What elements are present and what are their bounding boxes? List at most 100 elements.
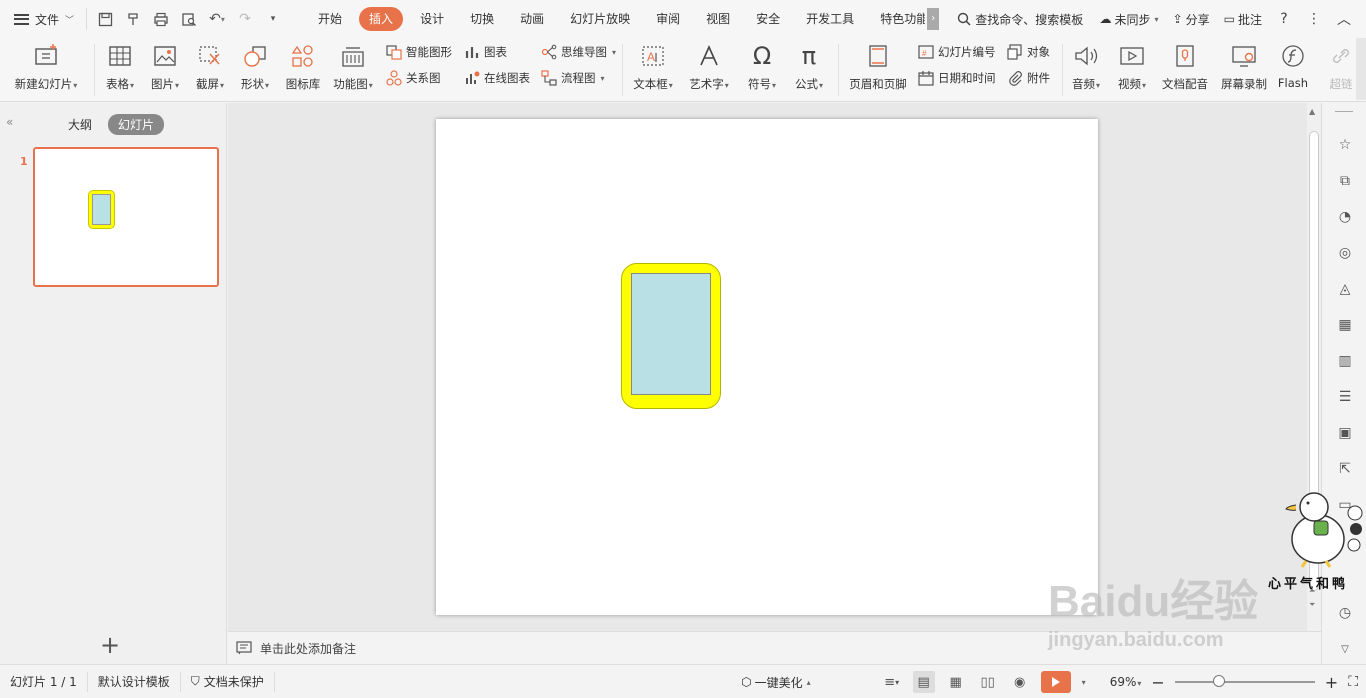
zoom-out-icon[interactable]: − bbox=[1151, 673, 1164, 692]
tab-home[interactable]: 开始 bbox=[305, 7, 355, 31]
hyperlink-button[interactable]: 超链 bbox=[1326, 42, 1356, 98]
textbox-button[interactable]: A 文本框▾ bbox=[630, 42, 676, 98]
undo-icon[interactable]: ↶ ▾ bbox=[205, 8, 229, 30]
tab-view[interactable]: 视图 bbox=[693, 7, 743, 31]
history-icon[interactable]: ◷ bbox=[1335, 603, 1355, 623]
expand-sidebar-icon[interactable]: ▽ bbox=[1335, 639, 1355, 659]
print-icon[interactable] bbox=[149, 8, 173, 30]
file-menu[interactable]: 文件 ﹀ bbox=[0, 0, 82, 38]
tab-review[interactable]: 审阅 bbox=[643, 7, 693, 31]
audio-button[interactable]: 音频▾ bbox=[1068, 42, 1104, 98]
slide-thumbnail[interactable] bbox=[33, 147, 219, 287]
picture-button[interactable]: 图片▾ bbox=[147, 42, 183, 98]
header-footer-button[interactable]: 页眉和页脚 bbox=[846, 42, 910, 98]
tab-security[interactable]: 安全 bbox=[743, 7, 793, 31]
normal-view-icon[interactable]: ▤ bbox=[912, 671, 935, 693]
tab-slideshow[interactable]: 幻灯片放映 bbox=[557, 7, 643, 31]
rounded-rectangle-shape[interactable] bbox=[621, 263, 721, 409]
tab-outline[interactable]: 大纲 bbox=[60, 114, 100, 135]
omega-icon: Ω bbox=[752, 42, 772, 70]
page-down-icon[interactable]: ⏷ bbox=[1309, 600, 1315, 610]
relation-chart-button[interactable]: 关系图 bbox=[386, 70, 441, 86]
copy-icon[interactable]: ⧉ bbox=[1335, 171, 1355, 191]
pin-icon[interactable]: ☆ bbox=[1335, 135, 1355, 155]
more-icon[interactable]: ⋮ bbox=[1306, 11, 1322, 27]
inner-rectangle-shape[interactable] bbox=[631, 273, 711, 395]
mindmap-button[interactable]: 思维导图 ▾ bbox=[541, 44, 616, 60]
beautify-button[interactable]: ⬡ 一键美化 ▴ bbox=[741, 674, 811, 691]
slide-number-button[interactable]: # 幻灯片编号 bbox=[918, 44, 996, 60]
attachment-button[interactable]: 附件 bbox=[1007, 70, 1050, 86]
function-chart-button[interactable]: 功能图▾ bbox=[330, 42, 376, 98]
zoom-in-icon[interactable]: + bbox=[1325, 673, 1338, 692]
protection-status[interactable]: ⛉ 文档未保护 bbox=[181, 671, 275, 692]
location-icon[interactable]: ◎ bbox=[1335, 243, 1355, 263]
align-icon[interactable]: ≡ ▾ bbox=[881, 671, 903, 693]
textbox-icon: A bbox=[641, 42, 665, 70]
print-preview-icon[interactable] bbox=[177, 8, 201, 30]
flowchart-button[interactable]: 流程图 ▾ bbox=[541, 70, 605, 86]
export-icon[interactable]: ⇱ bbox=[1335, 459, 1355, 479]
scroll-up-icon[interactable]: ▲ bbox=[1309, 107, 1315, 116]
tab-insert[interactable]: 插入 bbox=[359, 7, 404, 31]
object-button[interactable]: 对象 bbox=[1007, 44, 1050, 60]
tab-overflow-arrow[interactable]: › bbox=[927, 8, 940, 30]
zoom-level[interactable]: 69%▾ bbox=[1110, 675, 1142, 689]
online-chart-button[interactable]: 在线图表 bbox=[464, 70, 530, 86]
chevron-down-icon[interactable]: ▾ bbox=[1082, 678, 1086, 687]
tab-design[interactable]: 设计 bbox=[407, 7, 457, 31]
zoom-slider[interactable] bbox=[1174, 675, 1315, 687]
image-icon[interactable]: ▣ bbox=[1335, 423, 1355, 443]
tab-developer[interactable]: 开发工具 bbox=[793, 7, 867, 31]
zoom-slider-knob[interactable] bbox=[1212, 675, 1225, 687]
symbol-button[interactable]: Ω 符号▾ bbox=[744, 42, 780, 98]
shapes-icon[interactable]: ◔ bbox=[1335, 207, 1355, 227]
fill-icon[interactable]: ◬ bbox=[1335, 279, 1355, 299]
attachment-label: 附件 bbox=[1027, 71, 1050, 85]
grid-icon[interactable]: ▦ bbox=[1335, 315, 1355, 335]
slide-number-icon: # bbox=[918, 45, 934, 59]
formula-button[interactable]: π 公式▾ bbox=[790, 42, 828, 98]
shape-button[interactable]: 形状▾ bbox=[237, 42, 273, 98]
screenshot-button[interactable]: 截屏▾ bbox=[192, 42, 228, 98]
tab-animation[interactable]: 动画 bbox=[507, 7, 557, 31]
format-painter-icon[interactable] bbox=[121, 8, 145, 30]
customize-toolbar-icon[interactable]: ▾ bbox=[261, 8, 285, 30]
flash-button[interactable]: Flash bbox=[1275, 42, 1311, 98]
chart-button[interactable]: 图表 bbox=[464, 44, 507, 60]
slide-sorter-icon[interactable]: ▦ bbox=[945, 671, 967, 693]
slide-canvas[interactable] bbox=[436, 119, 1098, 615]
share-button[interactable]: ⇪ 分享 bbox=[1173, 11, 1210, 28]
menu-bar: 文件 ﹀ ↶ ▾ ↷ ▾ 开始 插入 设计 切换 动画 幻灯片放映 审阅 视图 安… bbox=[0, 0, 1366, 38]
design-template[interactable]: 默认设计模板 bbox=[88, 671, 181, 692]
add-slide-button[interactable]: + bbox=[100, 633, 120, 657]
tab-slides[interactable]: 幻灯片 bbox=[108, 114, 165, 135]
save-icon[interactable] bbox=[93, 8, 117, 30]
icon-library-button[interactable]: 图标库 bbox=[283, 42, 323, 98]
sync-button[interactable]: ☁ 未同步 ▾ bbox=[1100, 11, 1159, 28]
chart-stats-icon[interactable]: ▥ bbox=[1335, 351, 1355, 371]
reading-view-icon[interactable]: ▯▯ bbox=[977, 671, 999, 693]
command-search[interactable]: 查找命令、搜索模板 bbox=[957, 11, 1083, 28]
comment-button[interactable]: ▭ 批注 bbox=[1224, 11, 1262, 28]
fit-window-icon[interactable]: ⛶ bbox=[1348, 674, 1358, 690]
smart-shape-button[interactable]: 智能图形 bbox=[386, 44, 452, 60]
collapse-ribbon-icon[interactable]: ︿ bbox=[1336, 9, 1352, 29]
doc-voice-button[interactable]: 文档配音 bbox=[1158, 42, 1212, 98]
video-button[interactable]: 视频▾ bbox=[1112, 42, 1152, 98]
redo-icon[interactable]: ↷ bbox=[233, 8, 257, 30]
ribbon-scrollbar[interactable] bbox=[1356, 38, 1366, 100]
wordart-button[interactable]: 艺术字▾ bbox=[686, 42, 732, 98]
date-time-button[interactable]: 日期和时间 bbox=[918, 70, 996, 86]
play-slideshow-button[interactable] bbox=[1040, 671, 1071, 693]
tab-special[interactable]: 特色功能 bbox=[867, 7, 925, 31]
presenter-view-icon[interactable]: ◉ bbox=[1009, 671, 1031, 693]
collapse-panel-icon[interactable]: « bbox=[6, 115, 13, 129]
tab-transition[interactable]: 切换 bbox=[457, 7, 507, 31]
new-slide-button[interactable]: 新建幻灯片▾ bbox=[10, 42, 82, 98]
help-icon[interactable]: ? bbox=[1276, 11, 1292, 27]
settings-sliders-icon[interactable]: ☰ bbox=[1335, 387, 1355, 407]
thumbnail-shape bbox=[88, 190, 115, 229]
screen-record-button[interactable]: 屏幕录制 bbox=[1216, 42, 1272, 98]
table-button[interactable]: 表格▾ bbox=[102, 42, 138, 98]
